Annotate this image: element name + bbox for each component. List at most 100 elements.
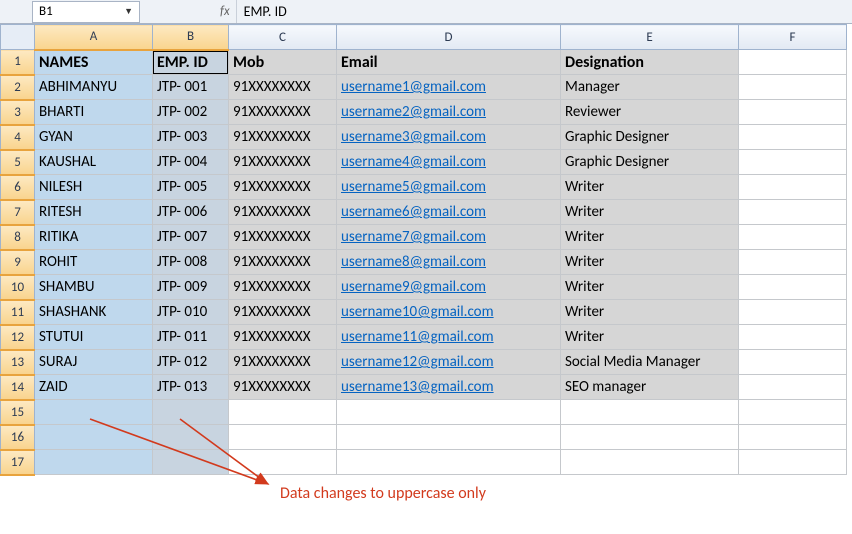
email-link[interactable]: username5@gmail.com [341,178,486,196]
cell-A7[interactable]: RITESH [35,200,153,225]
select-all-corner[interactable] [1,25,35,50]
cell-F14[interactable] [739,375,847,400]
email-link[interactable]: username6@gmail.com [341,203,486,221]
cell-D9[interactable]: username8@gmail.com [337,250,561,275]
cell-F13[interactable] [739,350,847,375]
cell-B11[interactable]: JTP- 010 [153,300,229,325]
cell-E8[interactable]: Writer [561,225,739,250]
cell-D1[interactable]: Email [337,50,561,75]
row-header-6[interactable]: 6 [1,175,35,200]
formula-bar-input[interactable]: EMP. ID [244,3,287,20]
cell-F3[interactable] [739,100,847,125]
cell-C5[interactable]: 91XXXXXXXX [229,150,337,175]
row-header-14[interactable]: 14 [1,375,35,400]
cell-B8[interactable]: JTP- 007 [153,225,229,250]
cell-D4[interactable]: username3@gmail.com [337,125,561,150]
cell-C14[interactable]: 91XXXXXXXX [229,375,337,400]
cell-B6[interactable]: JTP- 005 [153,175,229,200]
cell-C17[interactable] [229,450,337,475]
spreadsheet-grid[interactable]: A B C D E F 1NAMESEMP. IDMobEmailDesigna… [0,24,847,476]
row-header-3[interactable]: 3 [1,100,35,125]
cell-A8[interactable]: RITIKA [35,225,153,250]
email-link[interactable]: username13@gmail.com [341,378,494,396]
row-header-12[interactable]: 12 [1,325,35,350]
cell-D3[interactable]: username2@gmail.com [337,100,561,125]
col-header-E[interactable]: E [561,25,739,50]
cell-C2[interactable]: 91XXXXXXXX [229,75,337,100]
chevron-down-icon[interactable]: ▼ [124,6,133,17]
cell-C7[interactable]: 91XXXXXXXX [229,200,337,225]
cell-A12[interactable]: STUTUI [35,325,153,350]
cell-B7[interactable]: JTP- 006 [153,200,229,225]
email-link[interactable]: username1@gmail.com [341,78,486,96]
cell-A9[interactable]: ROHIT [35,250,153,275]
cell-C3[interactable]: 91XXXXXXXX [229,100,337,125]
cell-F11[interactable] [739,300,847,325]
cell-D15[interactable] [337,400,561,425]
name-box[interactable]: B1 ▼ [32,1,140,23]
cell-E10[interactable]: Writer [561,275,739,300]
cell-E1[interactable]: Designation [561,50,739,75]
cell-E9[interactable]: Writer [561,250,739,275]
col-header-D[interactable]: D [337,25,561,50]
cell-C13[interactable]: 91XXXXXXXX [229,350,337,375]
cell-E13[interactable]: Social Media Manager [561,350,739,375]
row-header-4[interactable]: 4 [1,125,35,150]
cell-F6[interactable] [739,175,847,200]
cell-F7[interactable] [739,200,847,225]
cell-B15[interactable] [153,400,229,425]
cell-C6[interactable]: 91XXXXXXXX [229,175,337,200]
cell-A16[interactable] [35,425,153,450]
row-header-11[interactable]: 11 [1,300,35,325]
cell-E2[interactable]: Manager [561,75,739,100]
cell-A14[interactable]: ZAID [35,375,153,400]
cell-D10[interactable]: username9@gmail.com [337,275,561,300]
cell-B17[interactable] [153,450,229,475]
email-link[interactable]: username7@gmail.com [341,228,486,246]
row-header-7[interactable]: 7 [1,200,35,225]
cell-F15[interactable] [739,400,847,425]
cell-B10[interactable]: JTP- 009 [153,275,229,300]
cell-B3[interactable]: JTP- 002 [153,100,229,125]
cell-D13[interactable]: username12@gmail.com [337,350,561,375]
cell-F2[interactable] [739,75,847,100]
cell-A1[interactable]: NAMES [35,50,153,75]
cell-F1[interactable] [739,50,847,75]
col-header-B[interactable]: B [153,25,229,50]
cell-D5[interactable]: username4@gmail.com [337,150,561,175]
cell-E5[interactable]: Graphic Designer [561,150,739,175]
email-link[interactable]: username9@gmail.com [341,278,486,296]
fx-icon[interactable]: fx [220,4,230,19]
cell-E14[interactable]: SEO manager [561,375,739,400]
cell-C4[interactable]: 91XXXXXXXX [229,125,337,150]
row-header-8[interactable]: 8 [1,225,35,250]
cell-E17[interactable] [561,450,739,475]
cell-E4[interactable]: Graphic Designer [561,125,739,150]
cell-F9[interactable] [739,250,847,275]
col-header-C[interactable]: C [229,25,337,50]
row-header-13[interactable]: 13 [1,350,35,375]
email-link[interactable]: username4@gmail.com [341,153,486,171]
cell-B14[interactable]: JTP- 013 [153,375,229,400]
cell-D2[interactable]: username1@gmail.com [337,75,561,100]
row-header-15[interactable]: 15 [1,400,35,425]
cell-C1[interactable]: Mob [229,50,337,75]
cell-A5[interactable]: KAUSHAL [35,150,153,175]
cell-D16[interactable] [337,425,561,450]
email-link[interactable]: username11@gmail.com [341,328,494,346]
cell-A10[interactable]: SHAMBU [35,275,153,300]
cell-E16[interactable] [561,425,739,450]
col-header-F[interactable]: F [739,25,847,50]
cell-A15[interactable] [35,400,153,425]
cell-A2[interactable]: ABHIMANYU [35,75,153,100]
row-header-16[interactable]: 16 [1,425,35,450]
cell-B2[interactable]: JTP- 001 [153,75,229,100]
cell-F8[interactable] [739,225,847,250]
cell-A6[interactable]: NILESH [35,175,153,200]
cell-D7[interactable]: username6@gmail.com [337,200,561,225]
cell-E15[interactable] [561,400,739,425]
row-header-2[interactable]: 2 [1,75,35,100]
cell-D17[interactable] [337,450,561,475]
cell-A17[interactable] [35,450,153,475]
cell-B9[interactable]: JTP- 008 [153,250,229,275]
